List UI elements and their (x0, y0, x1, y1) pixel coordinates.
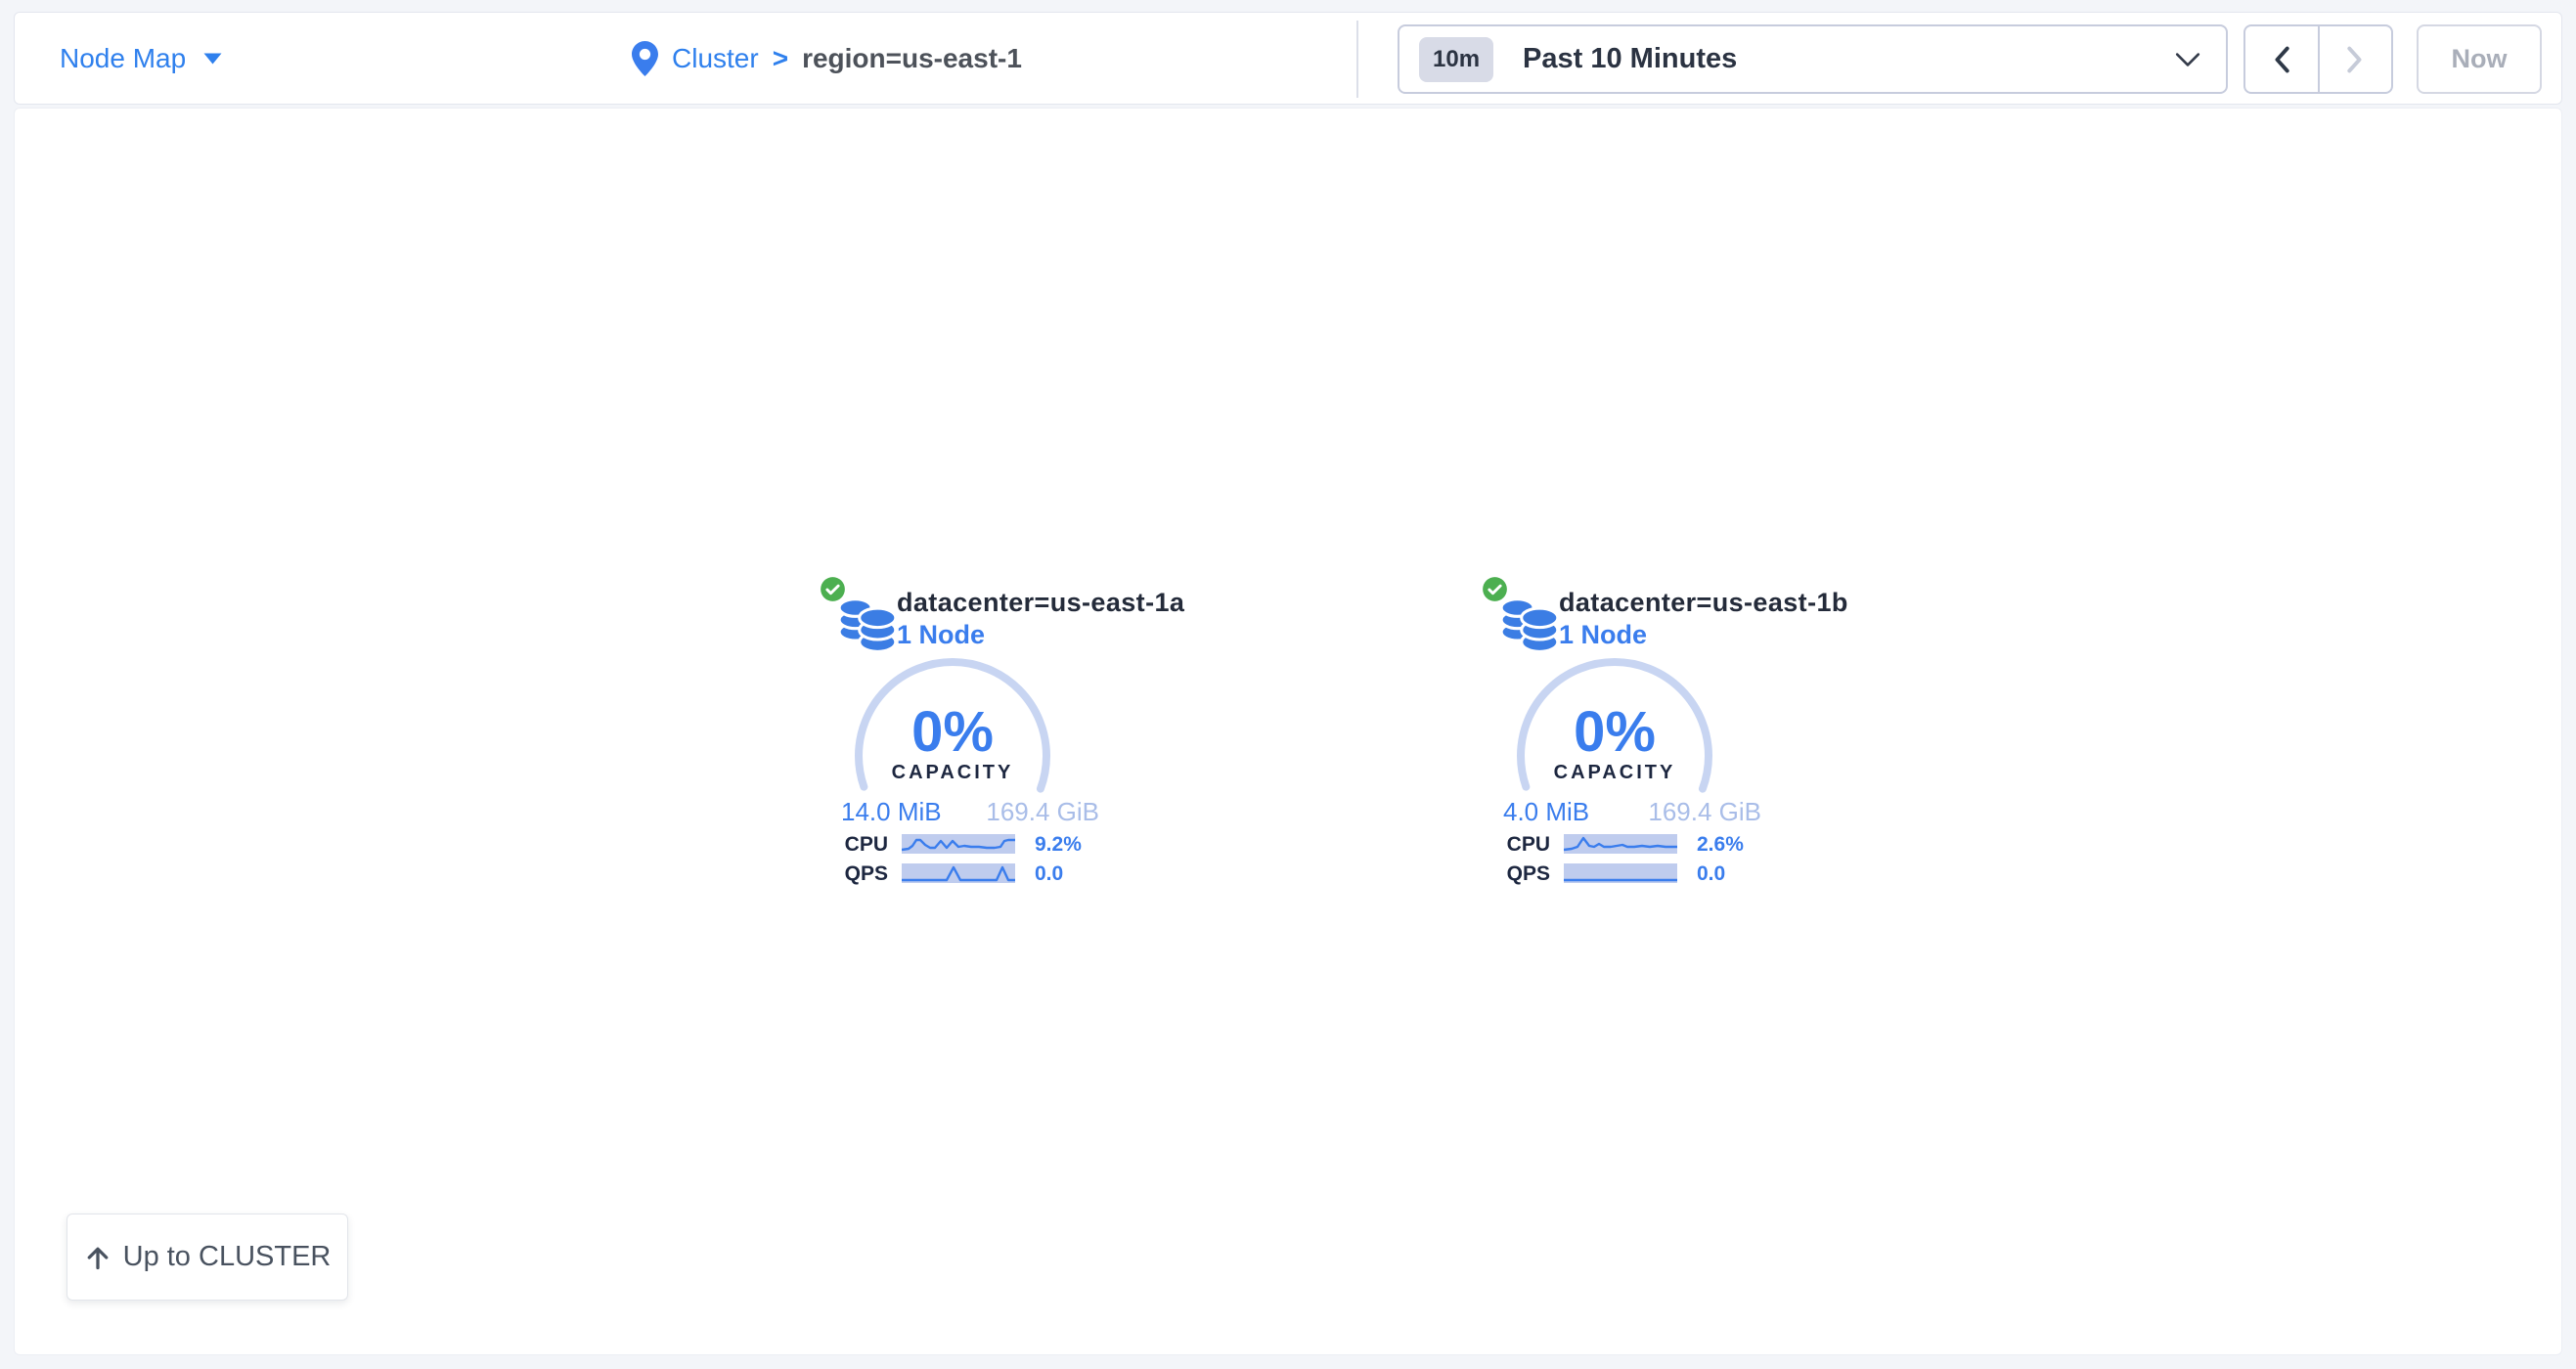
breadcrumb: Cluster > region=us-east-1 (632, 13, 1022, 104)
cpu-label: CPU (1485, 833, 1550, 857)
chevron-right-icon (2347, 46, 2363, 73)
capacity-values: 14.0 MiB 169.4 GiB (841, 797, 1099, 827)
map-pin-icon (632, 41, 658, 76)
node-map-page: Node Map Cluster > region=us-east-1 10m … (0, 0, 2576, 1369)
capacity-percent: 0% (1517, 699, 1712, 765)
capacity-label: CAPACITY (855, 762, 1050, 784)
up-to-cluster-button[interactable]: Up to CLUSTER (67, 1214, 348, 1301)
breadcrumb-cluster-link[interactable]: Cluster (672, 43, 759, 74)
qps-label: QPS (1485, 862, 1550, 886)
node-map-canvas: datacenter=us-east-1a 1 Node 0% CAPACITY… (14, 108, 2562, 1355)
qps-sparkline (1564, 863, 1677, 883)
locality-node-count: 1 Node (897, 620, 985, 650)
cpu-metric-row: CPU 9.2% (822, 833, 1106, 855)
arrow-up-icon (84, 1244, 111, 1271)
database-stack-icon (1498, 592, 1563, 656)
qps-value: 0.0 (1697, 862, 1725, 886)
time-range-select[interactable]: 10m Past 10 Minutes (1398, 24, 2228, 94)
view-selector-label: Node Map (60, 43, 186, 74)
capacity-total: 169.4 GiB (1648, 797, 1761, 827)
top-bar-divider (1356, 21, 1358, 98)
locality-card-us-east-1b[interactable]: datacenter=us-east-1b 1 Node 0% CAPACITY… (1485, 574, 1768, 906)
caret-down-icon (203, 53, 222, 65)
locality-title: datacenter=us-east-1a (897, 588, 1184, 618)
qps-sparkline (902, 863, 1015, 883)
time-range-label: Past 10 Minutes (1523, 43, 1737, 75)
capacity-used: 14.0 MiB (841, 797, 942, 827)
capacity-percent: 0% (855, 699, 1050, 765)
cpu-sparkline (902, 834, 1015, 854)
up-to-cluster-label: Up to CLUSTER (123, 1241, 332, 1273)
qps-value: 0.0 (1035, 862, 1063, 886)
next-time-button[interactable] (2320, 26, 2392, 92)
view-selector-dropdown[interactable]: Node Map (60, 13, 222, 104)
top-bar: Node Map Cluster > region=us-east-1 10m … (14, 12, 2562, 105)
chevron-left-icon (2274, 46, 2289, 73)
breadcrumb-current: region=us-east-1 (802, 43, 1022, 74)
chevron-down-icon (2175, 52, 2200, 67)
breadcrumb-separator: > (773, 43, 788, 74)
qps-metric-row: QPS 0.0 (1485, 862, 1768, 884)
now-button[interactable]: Now (2417, 24, 2542, 94)
now-button-label: Now (2452, 44, 2508, 74)
capacity-used: 4.0 MiB (1503, 797, 1589, 827)
locality-node-count: 1 Node (1559, 620, 1647, 650)
time-nav-group (2243, 24, 2393, 94)
capacity-total: 169.4 GiB (986, 797, 1099, 827)
cpu-label: CPU (822, 833, 888, 857)
cpu-sparkline (1564, 834, 1677, 854)
cpu-value: 2.6% (1697, 833, 1744, 857)
locality-title: datacenter=us-east-1b (1559, 588, 1848, 618)
time-range-badge: 10m (1419, 37, 1493, 82)
cpu-metric-row: CPU 2.6% (1485, 833, 1768, 855)
database-stack-icon (836, 592, 901, 656)
qps-label: QPS (822, 862, 888, 886)
capacity-values: 4.0 MiB 169.4 GiB (1503, 797, 1761, 827)
previous-time-button[interactable] (2245, 26, 2320, 92)
cpu-value: 9.2% (1035, 833, 1082, 857)
capacity-label: CAPACITY (1517, 762, 1712, 784)
locality-card-us-east-1a[interactable]: datacenter=us-east-1a 1 Node 0% CAPACITY… (822, 574, 1106, 906)
qps-metric-row: QPS 0.0 (822, 862, 1106, 884)
